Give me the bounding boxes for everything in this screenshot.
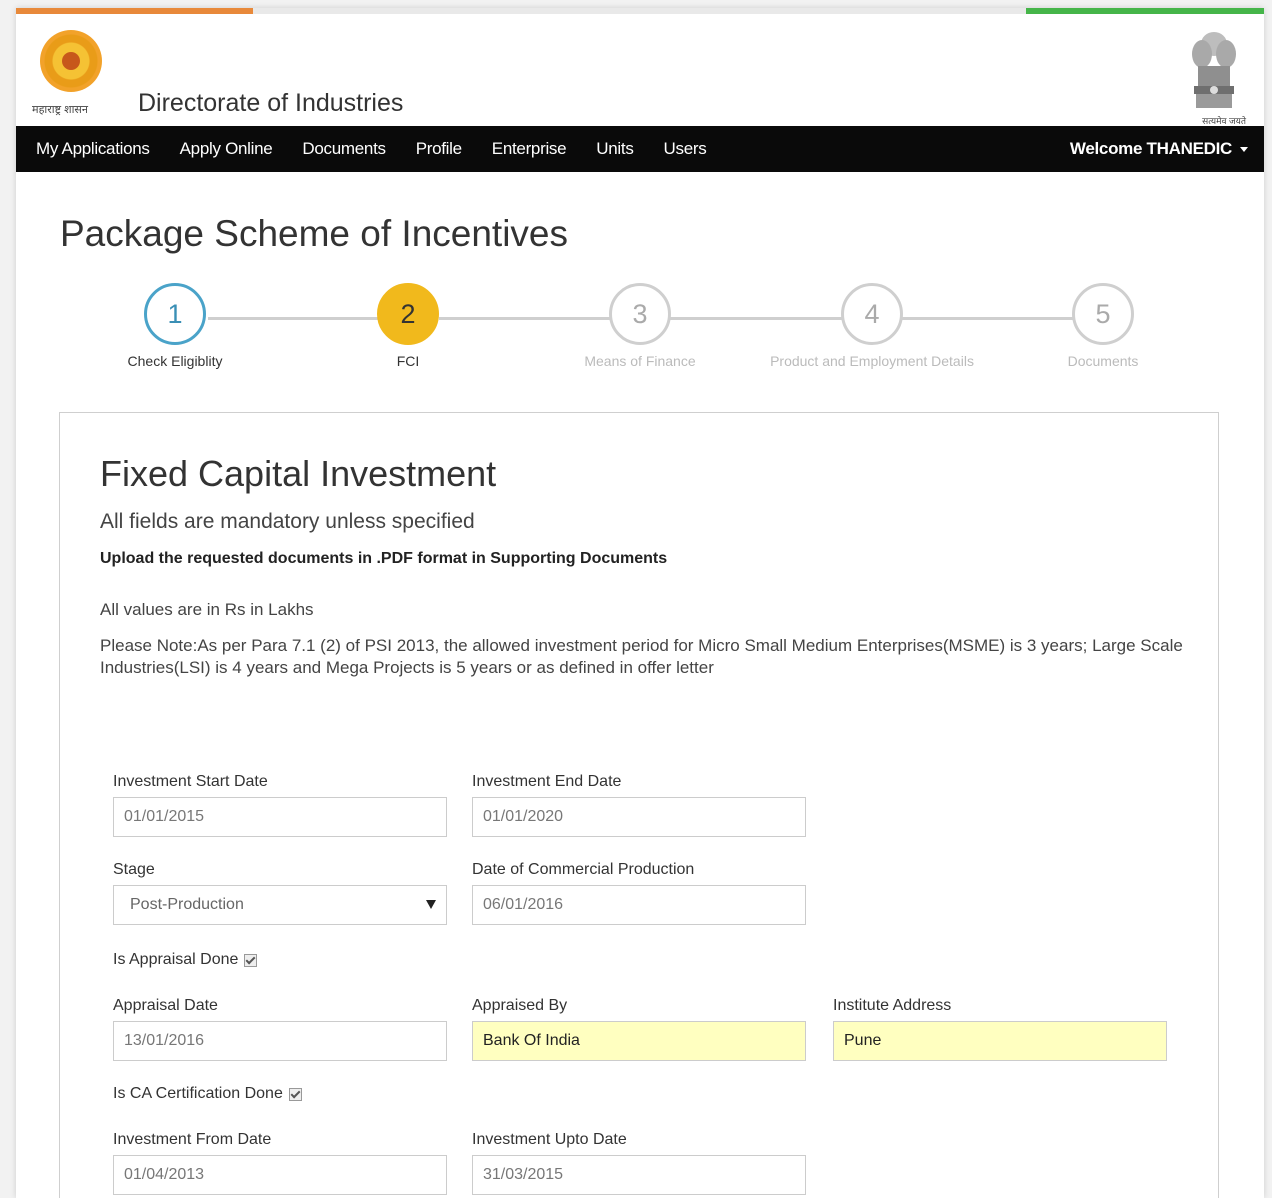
appraisal-done-checkbox[interactable] [244, 953, 258, 967]
stage-group: Stage Post-Production [113, 861, 447, 925]
step-check-eligibility[interactable]: 1 Check Eligiblity [75, 283, 275, 369]
appraisal-done-row: Is Appraisal Done [113, 951, 258, 969]
appraised-by-group: Appraised By [472, 997, 806, 1061]
step-number: 5 [1072, 283, 1134, 345]
investment-upto-date-label: Investment Upto Date [472, 1131, 627, 1148]
form-subtitle: All fields are mandatory unless specifie… [100, 510, 475, 533]
appraisal-date-group: Appraisal Date [113, 997, 447, 1061]
user-menu-dropdown[interactable]: Welcome THANEDIC [1070, 139, 1248, 159]
page: महाराष्ट्र शासन Directorate of Industrie… [16, 8, 1264, 1198]
values-note: All values are in Rs in Lakhs [100, 600, 314, 619]
welcome-text: Welcome THANEDIC [1069, 139, 1232, 158]
stage-select[interactable]: Post-Production [113, 885, 447, 925]
appraised-by-label: Appraised By [472, 997, 568, 1014]
nav-apply-online[interactable]: Apply Online [165, 139, 288, 159]
step-label: Means of Finance [584, 353, 696, 369]
commercial-production-date-input[interactable] [472, 885, 806, 925]
investment-end-date-input[interactable] [472, 797, 806, 837]
logo-caption: महाराष्ट्र शासन [32, 104, 88, 116]
step-label: FCI [396, 353, 420, 369]
main-navbar: My Applications Apply Online Documents P… [16, 126, 1264, 172]
investment-from-date-label: Investment From Date [113, 1131, 272, 1148]
ca-certification-checkbox[interactable] [288, 1087, 302, 1101]
step-label: Product and Employment Details [770, 353, 974, 369]
nav-my-applications[interactable]: My Applications [16, 139, 165, 159]
stage-selected-value: Post-Production [130, 896, 244, 913]
investment-start-date-group: Investment Start Date [113, 773, 447, 837]
caret-down-icon [1240, 147, 1248, 153]
maharashtra-seal-icon [40, 30, 102, 92]
institute-address-group: Institute Address [833, 997, 1167, 1061]
nav-users[interactable]: Users [649, 139, 722, 159]
wizard-stepper: 1 Check Eligiblity 2 FCI 3 Means of Fina… [16, 283, 1264, 383]
appraised-by-input[interactable] [472, 1021, 806, 1061]
investment-end-date-group: Investment End Date [472, 773, 806, 837]
nav-profile[interactable]: Profile [401, 139, 477, 159]
page-title: Package Scheme of Incentives [60, 213, 569, 254]
investment-from-date-input[interactable] [113, 1155, 447, 1195]
nav-enterprise[interactable]: Enterprise [477, 139, 581, 159]
commercial-production-label: Date of Commercial Production [472, 861, 695, 878]
dropdown-arrow-icon [426, 900, 436, 909]
site-title: Directorate of Industries [138, 89, 404, 117]
investment-period-note: Please Note:As per Para 7.1 (2) of PSI 2… [100, 636, 1183, 677]
ca-certification-label: Is CA Certification Done [113, 1085, 283, 1102]
investment-start-date-input[interactable] [113, 797, 447, 837]
step-label: Check Eligiblity [127, 353, 223, 369]
nav-units[interactable]: Units [581, 139, 648, 159]
fci-form-panel: Fixed Capital Investment All fields are … [59, 412, 1219, 1198]
national-emblem-icon [1192, 32, 1236, 108]
step-label: Documents [1067, 353, 1139, 369]
step-number: 3 [609, 283, 671, 345]
stage-label: Stage [113, 861, 155, 878]
ca-certification-row: Is CA Certification Done [113, 1085, 302, 1103]
investment-end-date-label: Investment End Date [472, 773, 622, 790]
step-number: 2 [377, 283, 439, 345]
appraisal-done-label: Is Appraisal Done [113, 951, 239, 968]
step-product-employment[interactable]: 4 Product and Employment Details [770, 283, 974, 369]
form-title: Fixed Capital Investment [100, 453, 497, 494]
investment-upto-date-group: Investment Upto Date [472, 1131, 806, 1195]
investment-upto-date-input[interactable] [472, 1155, 806, 1195]
investment-from-date-group: Investment From Date [113, 1131, 447, 1195]
appraisal-date-input[interactable] [113, 1021, 447, 1061]
investment-start-date-label: Investment Start Date [113, 773, 268, 790]
nav-documents[interactable]: Documents [287, 139, 400, 159]
step-number: 4 [841, 283, 903, 345]
step-means-of-finance[interactable]: 3 Means of Finance [540, 283, 740, 369]
institute-address-input[interactable] [833, 1021, 1167, 1061]
step-number: 1 [144, 283, 206, 345]
step-documents[interactable]: 5 Documents [1003, 283, 1203, 369]
institute-address-label: Institute Address [833, 997, 952, 1014]
step-fci[interactable]: 2 FCI [308, 283, 508, 369]
header: महाराष्ट्र शासन Directorate of Industrie… [16, 14, 1264, 126]
upload-note: Upload the requested documents in .PDF f… [100, 550, 668, 567]
commercial-production-group: Date of Commercial Production [472, 861, 806, 925]
appraisal-date-label: Appraisal Date [113, 997, 218, 1014]
